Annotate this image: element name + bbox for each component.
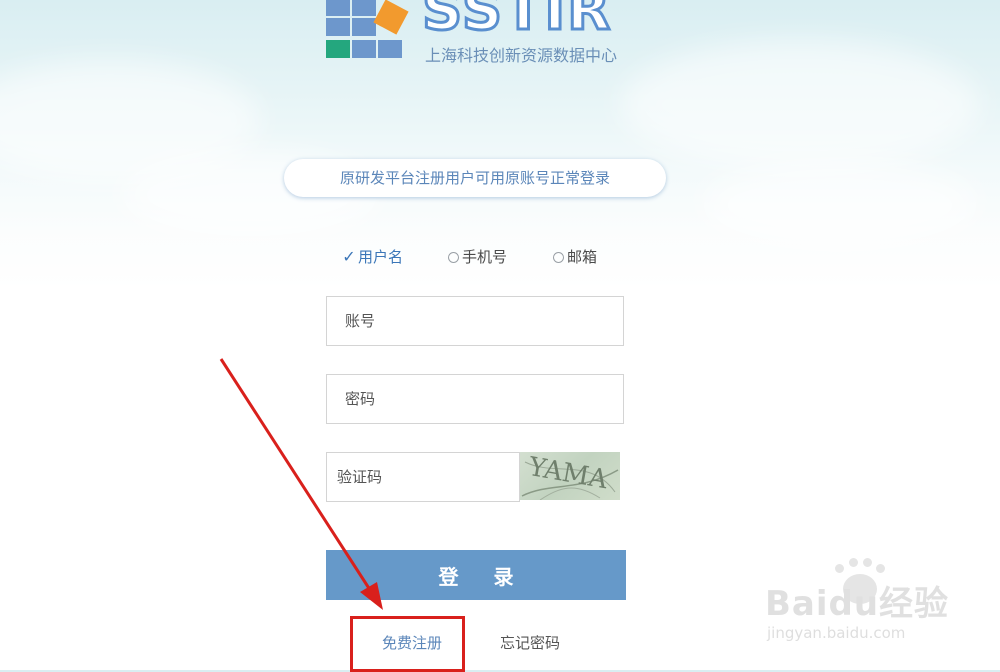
- watermark-url: jingyan.baidu.com: [767, 624, 906, 642]
- watermark-brand: Baidu经验: [765, 584, 950, 624]
- paw-icon: [876, 564, 885, 573]
- paw-icon: [835, 564, 844, 573]
- paw-icon: [863, 558, 872, 567]
- baidu-watermark: Baidu经验 jingyan.baidu.com: [765, 558, 955, 652]
- paw-icon: [849, 558, 858, 567]
